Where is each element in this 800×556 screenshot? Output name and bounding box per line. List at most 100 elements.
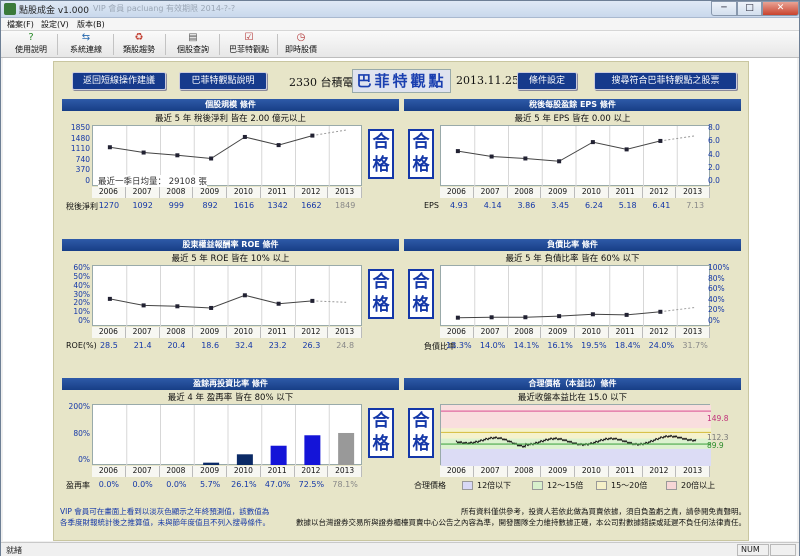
x-tick-label: 2012 [642, 187, 677, 198]
y-tick-label: 0% [78, 316, 90, 325]
menu-settings[interactable]: 設定(V) [41, 19, 69, 30]
quote-date: 2013.11.25 [456, 74, 519, 87]
toolbar-button-search-doc[interactable]: ▤ 個股查詢 [169, 32, 217, 57]
window-title: 點股成金 v1.000 [19, 6, 89, 16]
toolbar-button-clock[interactable]: ◷ 即時股價 [279, 32, 323, 57]
panel-subtitle: 最近 5 年 負債比率 皆在 60% 以下 [505, 254, 640, 264]
toolbar-button-checklist[interactable]: ☑ 巴菲特觀點 [223, 32, 275, 57]
stamp-char: 合 [412, 272, 430, 292]
bar [236, 454, 253, 465]
value-cell: 7.13 [686, 201, 705, 210]
data-point [107, 296, 112, 301]
data-point [557, 159, 562, 164]
x-tick-label: 2006 [92, 187, 126, 198]
x-tick-label: 2008 [159, 187, 194, 198]
menu-file[interactable]: 檔案(F) [7, 19, 34, 30]
x-tick-label: 2013 [676, 187, 710, 198]
back-to-short-term-button[interactable]: 返回短線操作建議 [72, 72, 166, 90]
panel-plot [440, 125, 710, 187]
value-cell: 0.0% [132, 480, 153, 489]
x-tick-label: 2011 [260, 187, 295, 198]
panel-reinvest: 盈餘再投資比率 條件 最近 4 年 盈再率 皆在 80% 以下 200% 80% 0% 2… [62, 378, 399, 507]
value-cell: 47.0% [264, 480, 291, 489]
stamp-char: 合 [412, 411, 430, 431]
panel-plot [92, 404, 362, 466]
close-button[interactable]: ✕ [762, 1, 799, 16]
data-point [242, 134, 247, 139]
x-axis-years: 2006 2007 2008 2009 2010 2011 2012 2013 [92, 327, 362, 338]
value-cell: 3.45 [551, 201, 570, 210]
toolbar-button-help[interactable]: ? 使用說明 [7, 32, 55, 57]
panel-net-income: 個股規模 條件 最近 5 年 稅後淨利 皆在 2.00 億元以上 1850 1480 1… [62, 99, 399, 228]
value-row: 28.5 21.4 20.4 18.6 32.4 23.2 26.3 24.8 [92, 341, 392, 352]
value-cell: 892 [202, 201, 218, 210]
panel-plot [92, 265, 362, 327]
x-tick-label: 2013 [328, 327, 362, 338]
clock-icon: ◷ [296, 32, 306, 43]
menu-version[interactable]: 版本(B) [77, 19, 105, 30]
y-tick-label: 20% [708, 305, 725, 315]
x-tick-label: 2011 [260, 466, 295, 477]
footer-note-line: 各季度財報統計後之推算值，未與節年度值且不列入搜尋條件。 [60, 518, 270, 527]
toolbar-label: 個股查詢 [177, 45, 209, 54]
valuation-legend: 合理價格 12倍以下 12～15倍 15～20倍 20倍以上 [404, 480, 741, 491]
x-tick-label: 2010 [575, 187, 609, 198]
stamp-char: 格 [412, 434, 430, 454]
maximize-button[interactable]: □ [737, 1, 762, 16]
data-point [175, 304, 180, 309]
value-cell: 26.1% [231, 480, 257, 489]
value-cell: 20.4 [167, 341, 186, 350]
legend-title: 合理價格 [414, 481, 446, 490]
value-cell: 14.0% [479, 341, 506, 350]
toolbar-button-trend[interactable]: ♻ 類股趨勢 [115, 32, 163, 57]
data-point [624, 312, 629, 317]
x-tick-label: 2009 [193, 327, 227, 338]
search-buffett-stocks-button[interactable]: 搜尋符合巴菲特觀點之股票 [594, 72, 737, 90]
y-tick-label: 0% [708, 316, 720, 325]
x-tick-label: 2009 [193, 466, 227, 477]
chart-debt [455, 266, 695, 327]
data-point [455, 315, 460, 320]
help-icon: ? [28, 32, 34, 43]
x-tick-label: 2007 [473, 327, 508, 338]
x-tick-label: 2010 [575, 466, 609, 477]
toolbar-label: 巴菲特觀點 [229, 45, 269, 54]
x-tick-label: 2013 [328, 466, 362, 477]
value-cell: 19.5% [581, 341, 607, 350]
legend-label: 12～15倍 [547, 481, 584, 490]
x-axis-years: 2006 2007 2008 2009 2010 2011 2012 2013 [440, 466, 710, 477]
pass-stamp: 合格 [368, 269, 394, 319]
value-cell: 14.1% [513, 341, 540, 350]
data-point [107, 145, 112, 150]
value-cell: 3.86 [517, 201, 536, 210]
x-tick-label: 2009 [541, 327, 575, 338]
data-point [489, 154, 494, 159]
y-tick-label: 60% [708, 284, 725, 294]
panel-plot [440, 265, 710, 327]
value-cell: 24.0% [648, 341, 675, 350]
x-axis-years: 2006 2007 2008 2009 2010 2011 2012 2013 [440, 187, 710, 198]
search-doc-icon: ▤ [188, 32, 198, 43]
title-bar: 點股成金 v1.000 VIP 會員 pacluang 有效期限 2014-?-… [1, 1, 799, 18]
panel-title: 個股規模 條件 [62, 99, 399, 111]
stamp-char: 合 [412, 132, 430, 152]
value-cell: 4.93 [449, 201, 468, 210]
toolbar-button-connect[interactable]: ⇆ 系統連線 [61, 32, 111, 57]
menu-bar: 檔案(F) 設定(V) 版本(B) [1, 18, 799, 31]
data-point [658, 138, 663, 143]
x-tick-label: 2007 [125, 327, 160, 338]
data-point [624, 147, 629, 152]
y-tick-label: 200% [68, 402, 90, 411]
legend-label: 15～20倍 [611, 481, 648, 490]
value-cell: 1342 [267, 201, 288, 210]
minimize-button[interactable]: ─ [711, 1, 737, 16]
value-cell: 21.4 [133, 341, 152, 350]
condition-settings-button[interactable]: 條件設定 [517, 72, 577, 90]
data-point [141, 150, 146, 155]
panel-subtitle: 最近收盤本益比在 15.0 以下 [517, 393, 628, 403]
buffett-explain-button[interactable]: 巴菲特觀點說明 [179, 72, 267, 90]
legend-swatch [532, 481, 543, 490]
data-point [658, 309, 663, 314]
toolbar-label: 系統連線 [70, 45, 102, 54]
band-price-label: 89.9 [707, 441, 724, 450]
